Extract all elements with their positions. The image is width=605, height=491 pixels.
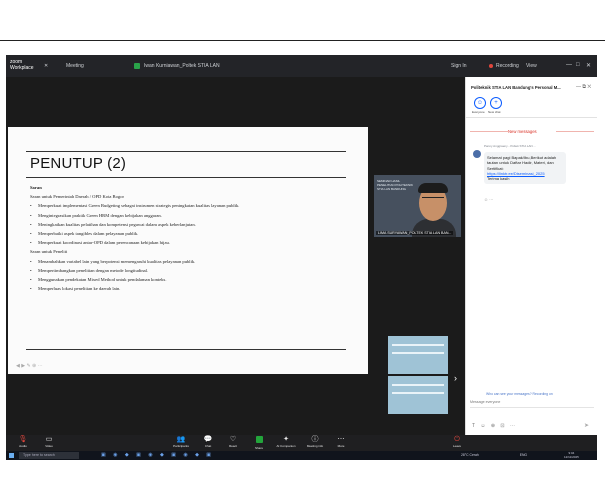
- recording-label[interactable]: Recording: [496, 63, 519, 69]
- message-text: Selamat pagi Bapak/Ibu,Berikut adalah ta…: [487, 155, 557, 171]
- slide-subheading: Saran untuk Pemerintah Daerah / OPD Kota…: [30, 194, 125, 200]
- chat-message[interactable]: Selamat pagi Bapak/Ibu,Berikut adalah ta…: [484, 152, 566, 185]
- chat-privacy-notice[interactable]: Who can see your messages? Recording on: [486, 392, 553, 396]
- slide-bullet: Meningkatkan kualitas pelatihan dan komp…: [30, 220, 360, 229]
- windows-start-icon[interactable]: [9, 453, 14, 458]
- camera-icon: ▭: [45, 436, 53, 443]
- participant-thumbnail[interactable]: [388, 376, 448, 414]
- participants-icon: 👥: [176, 436, 186, 443]
- message-sender: Panny Anggraeny - Poltek STIA LAN ...: [484, 144, 537, 148]
- taskbar-weather[interactable]: 28°C Cerah ENG: [461, 453, 527, 457]
- share-button[interactable]: Share: [244, 435, 274, 450]
- taskbar-search-input[interactable]: Type here to search: [19, 452, 79, 459]
- top-divider-line: [0, 40, 605, 41]
- slide-bullet: Mengintegrasikan praktik Green HRM denga…: [30, 211, 360, 220]
- slide-bullet: Memperbaiki aspek tangibles dalam pelaya…: [30, 229, 360, 238]
- speaker-video-tile[interactable]: SEMINAR HASIL PENELITIAN POLITEKNIK STIA…: [374, 175, 461, 237]
- ai-companion-button[interactable]: ✦ AI Companion: [271, 435, 301, 448]
- slide-bullet: Menggunakan pendekatan Mixed Method untu…: [30, 275, 360, 284]
- taskbar-clock[interactable]: 9:04 12/11/2025: [564, 451, 579, 459]
- more-button[interactable]: ⋯ More: [326, 435, 356, 448]
- shared-slide: PENUTUP (2) Saran Saran untuk Pemerintah…: [8, 127, 368, 374]
- share-icon: [255, 436, 263, 443]
- participant-thumbnail[interactable]: [388, 336, 448, 374]
- slide-bullet: Memperkuat koordinasi antar-OPD dalam pe…: [30, 238, 360, 247]
- chat-format-icons[interactable]: T ☺ ⊕ ⊡ ⋯: [472, 423, 517, 429]
- windows-taskbar: Type here to search ▣ ◉ ◆ ▣ ◉ ◆ ▣ ◉ ◆ ▣ …: [6, 451, 597, 460]
- more-icon: ⋯: [337, 436, 345, 443]
- message-signoff: Terima kasih: [487, 176, 510, 182]
- close-tab-icon[interactable]: ✕: [44, 63, 48, 69]
- leave-button[interactable]: ⏻ Leave: [442, 435, 472, 448]
- share-title: Iwan Kurniawan_Poltek STIA LAN: [144, 63, 220, 69]
- recording-dot-icon: [489, 64, 493, 68]
- leave-icon: ⏻: [454, 436, 460, 443]
- zoom-workplace-logo: zoom Workplace: [10, 59, 34, 71]
- chat-panel: Politeknik STIA LAN Bandung's Personal M…: [465, 77, 597, 435]
- slide-bullet: Memperluas lokasi penelitian ke daerah l…: [30, 284, 360, 293]
- video-banner-text: SEMINAR HASIL PENELITIAN POLITEKNIK STIA…: [377, 179, 414, 191]
- speaker-glasses: [422, 197, 444, 202]
- video-button[interactable]: ▭ Video: [34, 435, 64, 448]
- participants-button[interactable]: 👥 Participants: [166, 435, 196, 448]
- slide-nav-controls[interactable]: ◀ ▶ ✎ ⊕ ⋯: [16, 363, 43, 369]
- close-window-icon[interactable]: ✕: [586, 62, 591, 69]
- new-chat-label: New chat: [488, 110, 501, 114]
- language-indicator[interactable]: ENG: [520, 453, 527, 457]
- meeting-toolbar: 🎙 Audio ▭ Video 👥 Participants 💬 Chat ♡ …: [6, 435, 597, 451]
- slide-body: Saran Saran untuk Pemerintah Daerah / OP…: [30, 183, 360, 293]
- slide-bullet: Memperkuat implementasi Green Budgeting …: [30, 201, 360, 210]
- slide-top-rule: [26, 151, 346, 152]
- sparkle-icon: ✦: [283, 436, 289, 443]
- view-button[interactable]: View: [526, 63, 537, 69]
- avatar: [473, 150, 481, 158]
- maximize-icon[interactable]: □: [576, 62, 580, 68]
- everyone-label: Everyone: [472, 110, 485, 114]
- send-icon[interactable]: ➤: [584, 422, 589, 429]
- slide-bullet: Mempertimbangkan penelitian dengan metod…: [30, 266, 360, 275]
- new-messages-label: New messages: [508, 129, 537, 134]
- monitor-screen: zoom Workplace ✕ Meeting Iwan Kurniawan_…: [6, 55, 597, 460]
- everyone-chat-button[interactable]: ☺: [474, 97, 486, 109]
- chevron-right-icon[interactable]: ›: [454, 373, 457, 383]
- slide-section-heading: Saran: [30, 185, 42, 190]
- chat-window-controls[interactable]: — ⧉ ✕: [576, 84, 591, 90]
- chat-divider: [466, 117, 597, 118]
- sign-in-link[interactable]: Sign In: [451, 63, 467, 69]
- share-indicator-icon: [134, 63, 140, 69]
- speaker-name-tag: LIMA SURYAWAN_POLTEK STIA LAN BAN...: [376, 231, 454, 235]
- message-actions[interactable]: ☺ ⋯: [484, 197, 493, 202]
- slide-section-heading: Saran untuk Peneliti: [30, 249, 68, 255]
- tab-meeting[interactable]: Meeting: [66, 63, 84, 69]
- slide-bottom-rule: [26, 349, 346, 350]
- slide-title-rule: [26, 177, 346, 178]
- zoom-title-bar: zoom Workplace ✕ Meeting Iwan Kurniawan_…: [6, 55, 597, 77]
- minimize-icon[interactable]: —: [566, 62, 572, 68]
- taskbar-app-icons[interactable]: ▣ ◉ ◆ ▣ ◉ ◆ ▣ ◉ ◆ ▣: [101, 452, 214, 458]
- new-chat-button[interactable]: +: [490, 97, 502, 109]
- speaker-hair: [418, 183, 448, 193]
- slide-title: PENUTUP (2): [30, 155, 127, 172]
- slide-bullet: Menambahkan variabel lain yang berpotens…: [30, 257, 360, 266]
- chat-title: Politeknik STIA LAN Bandung's Personal M…: [471, 85, 561, 90]
- chat-input[interactable]: Message everyone: [470, 400, 500, 404]
